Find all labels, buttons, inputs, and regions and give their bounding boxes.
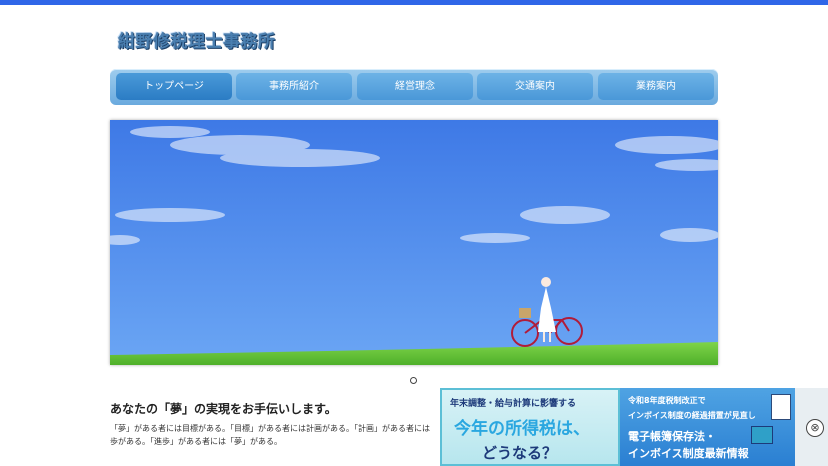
ad-left-panel[interactable]: 年末調整・給与計算に影響する 今年の所得税は、 どうなる？ [440,388,620,466]
ad-left-line-2: 今年の所得税は、 [454,419,590,439]
ad-left-line-3: どうなる？ [482,444,558,462]
body-line-1: 「夢」がある者には目標がある。「目標」がある者には計画がある。「計画」がある者に… [110,424,430,433]
ledger-icon [751,426,773,444]
nav-item-philosophy[interactable]: 経営理念 [357,73,473,100]
nav-item-top[interactable]: トップページ [116,73,232,100]
ad-right-line-2: インボイス制度の経過措置が見直し [628,411,756,420]
top-accent-bar [0,0,828,5]
ad-left-line-1: 年末調整・給与計算に影響する [450,399,577,409]
body-line-2: 歩がある。「進歩」がある者には「夢」がある。 [110,437,282,446]
close-ad-icon[interactable]: ⊗ [806,419,824,437]
ad-right-line-3: 電子帳簿保存法・ [628,430,716,443]
nav-item-office[interactable]: 事務所紹介 [236,73,352,100]
hero-image [110,120,718,365]
hero-illustration [110,120,718,365]
main-nav: トップページ 事務所紹介 経営理念 交通案内 業務案内 [110,69,718,105]
ad-right-panel[interactable]: 令和8年度税制改正で インボイス制度の経過措置が見直し 電子帳簿保存法・ インボ… [620,388,795,466]
ad-right-line-1: 令和8年度税制改正で [628,396,706,405]
section-heading: あなたの「夢」の実現をお手伝いします。 [110,402,337,416]
site-logo[interactable]: 紺野修税理士事務所 [118,27,276,52]
ad-banner[interactable]: 年末調整・給与計算に影響する 今年の所得税は、 どうなる？ 令和8年度税制改正で… [440,388,828,466]
nav-item-access[interactable]: 交通案内 [477,73,593,100]
document-icon [771,394,791,420]
slider-indicator-icon[interactable] [410,377,417,384]
nav-item-services[interactable]: 業務案内 [598,73,714,100]
ad-right-line-4: インボイス制度最新情報 [628,447,749,460]
section-body: 「夢」がある者には目標がある。「目標」がある者には計画がある。「計画」がある者に… [110,422,440,448]
